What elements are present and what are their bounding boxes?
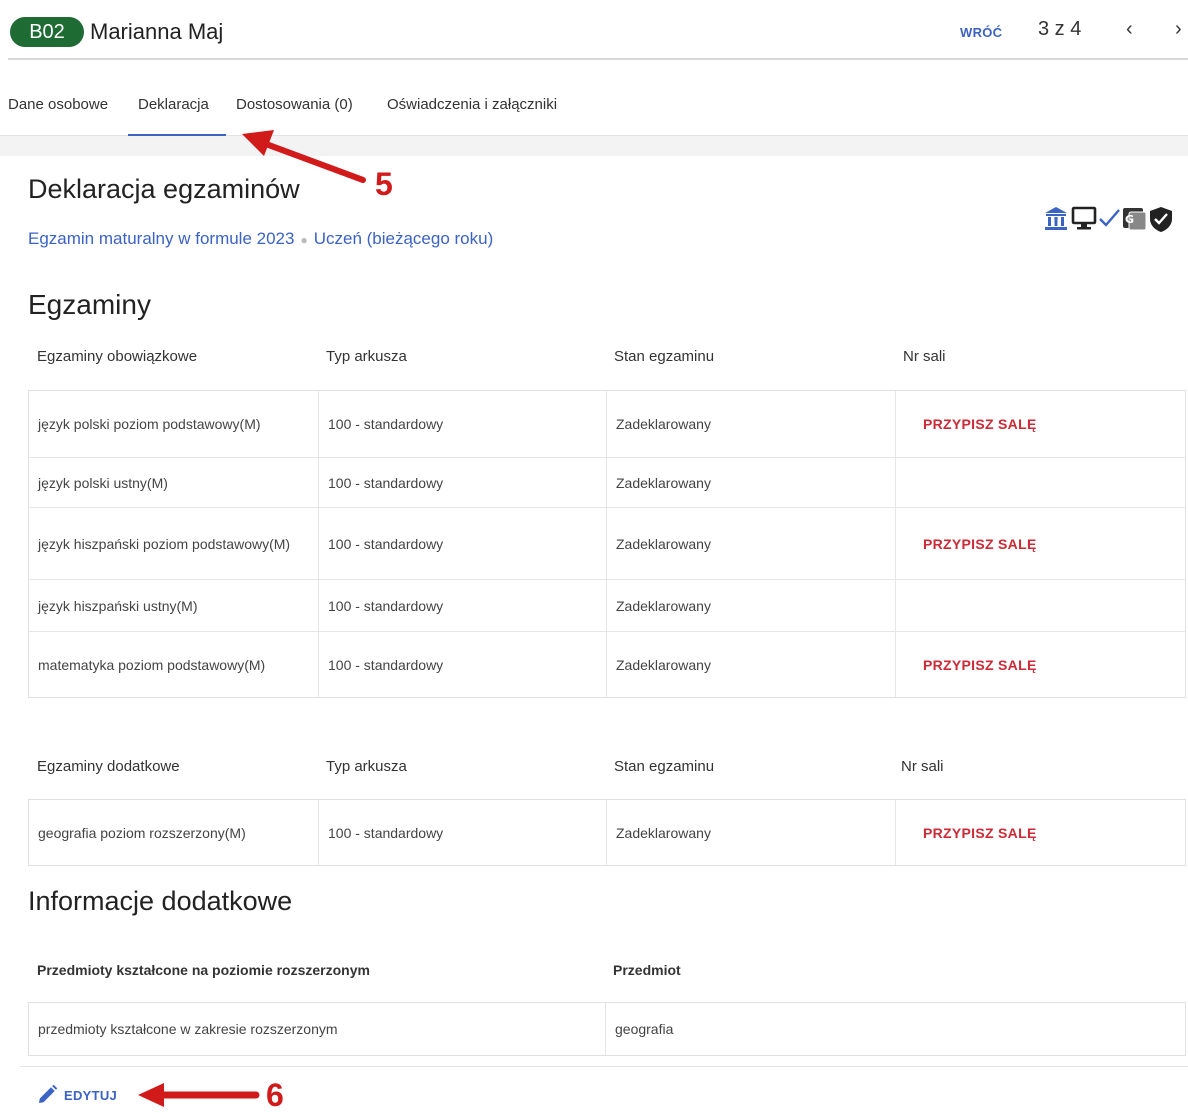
chevron-left-icon[interactable]: ‹	[1126, 18, 1133, 41]
tab-statements-attachments[interactable]: Oświadczenia i załączniki	[387, 96, 557, 113]
exam-subject: geografia poziom rozszerzony(M)	[29, 800, 319, 865]
column-header: Stan egzaminu	[614, 348, 715, 365]
assign-room-button[interactable]: PRZYPISZ SALĘ	[923, 414, 1037, 434]
column-header: Nr sali	[903, 348, 946, 365]
back-button[interactable]: WRÓĆ	[960, 25, 1002, 40]
sheet-type: 100 - standardowy	[319, 632, 607, 697]
exam-state: Zadeklarowany	[607, 391, 896, 457]
edit-button-label: EDYTUJ	[64, 1087, 118, 1103]
edit-button[interactable]: EDYTUJ	[36, 1083, 117, 1107]
student-type-link[interactable]: Uczeń (bieżącego roku)	[314, 229, 494, 248]
table-row: przedmioty kształcone w zakresie rozszer…	[29, 1003, 1185, 1055]
table-row: geografia poziom rozszerzony(M) 100 - st…	[29, 800, 1185, 865]
exam-state: Zadeklarowany	[607, 508, 896, 579]
check-icon	[1099, 209, 1120, 227]
svg-text:G: G	[1125, 213, 1134, 226]
extended-subjects-table: przedmioty kształcone w zakresie rozszer…	[28, 1002, 1186, 1056]
shield-check-icon	[1150, 207, 1172, 232]
column-header: Typ arkusza	[326, 758, 407, 775]
annotation-number: 5	[375, 166, 393, 202]
exam-state: Zadeklarowany	[607, 580, 896, 631]
info-section-title: Informacje dodatkowe	[28, 886, 293, 916]
additional-exams-table: geografia poziom rozszerzony(M) 100 - st…	[28, 799, 1186, 866]
column-header: Typ arkusza	[326, 348, 407, 365]
assign-room-button[interactable]: PRZYPISZ SALĘ	[923, 534, 1037, 554]
exam-formula-link[interactable]: Egzamin maturalny w formule 2023	[28, 229, 294, 248]
column-header: Nr sali	[901, 758, 944, 775]
exam-subject: język polski poziom podstawowy(M)	[29, 391, 319, 457]
annotation-arrow-icon	[138, 1083, 260, 1107]
assign-room-button[interactable]: PRZYPISZ SALĘ	[923, 823, 1037, 843]
exam-info-line: Egzamin maturalny w formule 2023 ● Uczeń (…	[28, 229, 493, 249]
bank-icon	[1045, 207, 1067, 230]
annotation-number: 6	[266, 1077, 284, 1113]
translate-icon: G	[1123, 208, 1147, 231]
exam-state: Zadeklarowany	[607, 800, 896, 865]
exam-subject: język hiszpański poziom podstawowy(M)	[29, 508, 319, 579]
exam-state: Zadeklarowany	[607, 458, 896, 507]
pencil-icon	[39, 1084, 58, 1103]
student-code-badge: B02	[10, 17, 84, 47]
tab-adjustments[interactable]: Dostosowania (0)	[236, 96, 353, 113]
tab-declaration[interactable]: Deklaracja	[138, 96, 209, 113]
exam-subject: język hiszpański ustny(M)	[29, 580, 319, 631]
sheet-type: 100 - standardowy	[319, 580, 607, 631]
table-row: język polski poziom podstawowy(M) 100 - …	[29, 391, 1185, 458]
page-title: Deklaracja egzaminów	[28, 174, 300, 204]
column-header: Egzaminy obowiązkowe	[37, 348, 198, 365]
tab-bar: Dane osobowe Deklaracja Dostosowania (0)…	[0, 88, 1188, 136]
exam-subject: matematyka poziom podstawowy(M)	[29, 632, 319, 697]
exam-subject: język polski ustny(M)	[29, 458, 319, 507]
table-row: język hiszpański ustny(M) 100 - standard…	[29, 580, 1185, 632]
sheet-type: 100 - standardowy	[319, 800, 607, 865]
info-label: przedmioty kształcone w zakresie rozszer…	[29, 1003, 606, 1055]
tab-personal-data[interactable]: Dane osobowe	[8, 96, 108, 113]
table-row: język polski ustny(M) 100 - standardowy …	[29, 458, 1185, 508]
column-header: Przedmiot	[613, 962, 681, 978]
column-header: Przedmioty kształcone na poziomie rozsze…	[37, 962, 370, 978]
sheet-type: 100 - standardowy	[319, 458, 607, 507]
table-row: matematyka poziom podstawowy(M) 100 - st…	[29, 632, 1185, 697]
exam-state: Zadeklarowany	[607, 632, 896, 697]
record-counter: 3 z 4	[1038, 18, 1082, 40]
student-name: Marianna Maj	[90, 19, 224, 44]
divider	[20, 1066, 1188, 1067]
student-header: B02 Marianna Maj WRÓĆ 3 z 4 ‹ ›	[8, 8, 1188, 60]
monitor-icon	[1071, 206, 1097, 230]
table-row: język hiszpański poziom podstawowy(M) 10…	[29, 508, 1185, 580]
status-icons: G	[1045, 206, 1172, 232]
assign-room-button[interactable]: PRZYPISZ SALĘ	[923, 655, 1037, 675]
tab-divider-band	[0, 136, 1188, 156]
mandatory-exams-table: język polski poziom podstawowy(M) 100 - …	[28, 390, 1186, 698]
chevron-right-icon[interactable]: ›	[1175, 18, 1182, 41]
column-header: Stan egzaminu	[614, 758, 715, 775]
exams-section-title: Egzaminy	[28, 289, 151, 320]
sheet-type: 100 - standardowy	[319, 508, 607, 579]
sheet-type: 100 - standardowy	[319, 391, 607, 457]
separator-dot: ●	[300, 232, 308, 247]
info-value: geografia	[615, 1021, 674, 1037]
column-header: Egzaminy dodatkowe	[37, 758, 180, 775]
